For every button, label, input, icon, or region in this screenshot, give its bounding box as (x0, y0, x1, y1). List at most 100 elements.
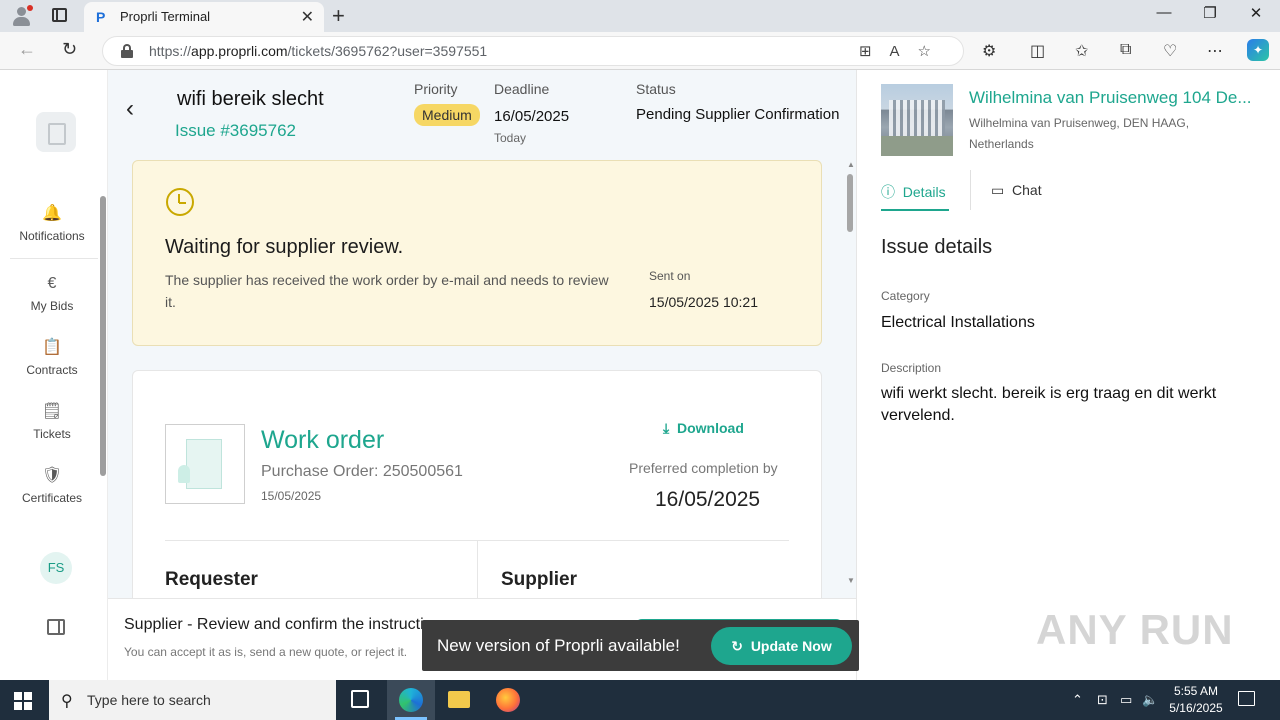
status-label: Status (636, 81, 676, 97)
ticket-main: ‹ wifi bereik slecht Issue #3695762 Prio… (108, 70, 856, 680)
scroll-up-arrow[interactable]: ▲ (847, 160, 855, 169)
status-value: Pending Supplier Confirmation (636, 106, 840, 123)
nav-scrollbar[interactable] (100, 196, 106, 476)
property-photo (881, 84, 953, 156)
firefox-icon[interactable] (484, 680, 532, 720)
app-root: 🔔 Notifications € My Bids 📋 Contracts 🗒 … (0, 70, 1280, 680)
property-title[interactable]: Wilhelmina van Pruisenweg 104 De... (969, 88, 1259, 108)
left-navigation: 🔔 Notifications € My Bids 📋 Contracts 🗒 … (4, 70, 108, 680)
active-tab-indicator (881, 209, 949, 211)
update-toast: New version of Proprli available! ↻ Upda… (422, 620, 859, 671)
tickets-icon: 🗒 (41, 403, 63, 420)
work-order-date: 15/05/2025 (261, 489, 322, 503)
nav-label: Notifications (19, 229, 85, 243)
nav-label: Tickets (33, 427, 71, 441)
nav-label: Certificates (21, 491, 83, 505)
browser-essentials-icon[interactable]: ♡ (1163, 41, 1177, 61)
volume-icon[interactable]: 🔈 (1142, 692, 1158, 708)
issue-details-heading: Issue details (881, 236, 993, 258)
collapse-sidebar-icon[interactable] (47, 619, 65, 635)
collections-icon[interactable]: ⧉ (1120, 41, 1131, 59)
back-icon[interactable]: ← (18, 39, 36, 60)
nav-item-my-bids[interactable]: € My Bids (4, 273, 100, 313)
anyrun-watermark: ANY RUN (1036, 606, 1234, 653)
split-screen-icon[interactable]: ◫ (1030, 41, 1045, 61)
task-view-icon[interactable] (336, 680, 384, 720)
nav-item-notifications[interactable]: 🔔 Notifications (4, 203, 100, 243)
nav-item-contracts[interactable]: 📋 Contracts (4, 337, 100, 377)
taskbar-clock[interactable]: 5:55 AM 5/16/2025 (1160, 683, 1232, 717)
download-button[interactable]: ⤓ Download (663, 420, 744, 437)
proprli-favicon-icon: P (96, 9, 106, 25)
edge-taskbar-icon[interactable] (387, 680, 435, 720)
apps-icon[interactable]: ⊞ (859, 43, 890, 60)
sent-on-value: 15/05/2025 10:21 (649, 294, 758, 310)
lock-icon[interactable] (121, 44, 133, 58)
close-tab-icon[interactable]: ✕ (301, 7, 314, 27)
device-icon[interactable]: ⊡ (1097, 692, 1108, 708)
nav-divider (10, 258, 98, 259)
url-actions: ⊞A☆ (859, 42, 949, 60)
taskbar-search[interactable]: ⚲ Type here to search (49, 680, 336, 720)
close-window-button[interactable]: ✕ (1233, 4, 1279, 22)
tab-actions-icon[interactable] (52, 8, 67, 22)
supplier-heading: Supplier (501, 569, 578, 590)
user-avatar[interactable]: FS (40, 552, 72, 584)
minimize-button[interactable]: — (1141, 4, 1187, 21)
new-tab-button[interactable]: + (332, 3, 345, 29)
category-label: Category (881, 289, 930, 303)
extensions-icon[interactable]: ⚙ (982, 41, 996, 61)
url-text: https://app.proprli.com/tickets/3695762?… (149, 43, 488, 59)
work-order-title: Work order (261, 426, 385, 454)
search-placeholder: Type here to search (87, 692, 211, 708)
tab-title: Proprli Terminal (120, 9, 211, 24)
main-scrollbar[interactable] (847, 174, 853, 232)
favorite-star-icon[interactable]: ☆ (918, 43, 949, 60)
clock-date: 5/16/2025 (1169, 701, 1223, 715)
scroll-down-arrow[interactable]: ▼ (847, 576, 855, 585)
browser-titlebar: P Proprli Terminal ✕ + — ❐ ✕ (0, 0, 1280, 32)
file-explorer-icon[interactable] (435, 680, 483, 720)
show-hidden-icons[interactable]: ⌃ (1072, 692, 1083, 708)
building-thumbnail (165, 424, 245, 504)
url-field[interactable]: https://app.proprli.com/tickets/3695762?… (102, 36, 964, 66)
nav-item-certificates[interactable]: 🛡 Certificates (4, 465, 100, 505)
clock-icon (166, 188, 194, 216)
toast-message: New version of Proprli available! (437, 636, 680, 655)
alert-title: Waiting for supplier review. (165, 236, 404, 258)
deadline-label: Deadline (494, 81, 550, 97)
review-subtitle: You can accept it as is, send a new quot… (124, 645, 408, 659)
read-aloud-icon[interactable]: A (890, 43, 918, 60)
review-title: Supplier - Review and confirm the instru… (124, 616, 424, 633)
nav-label: My Bids (30, 299, 74, 313)
download-icon: ⤓ (663, 420, 670, 436)
maximize-button[interactable]: ❐ (1187, 4, 1233, 22)
copilot-icon[interactable]: ✦ (1247, 39, 1269, 61)
profile-icon[interactable] (11, 5, 33, 27)
tab-chat[interactable]: ▭ Chat (991, 182, 1042, 199)
euro-icon: € (47, 275, 57, 292)
nav-item-tickets[interactable]: 🗒 Tickets (4, 401, 100, 441)
more-menu-icon[interactable]: ⋯ (1207, 41, 1223, 61)
network-icon[interactable]: ▭ (1120, 692, 1132, 708)
browser-tab[interactable]: P Proprli Terminal ✕ (84, 2, 324, 32)
update-now-button[interactable]: ↻ Update Now (711, 627, 852, 665)
windows-start-icon[interactable] (14, 692, 32, 710)
notifications-icon[interactable] (1238, 691, 1255, 706)
nav-label: Contracts (26, 363, 78, 377)
preferred-completion-label: Preferred completion by (629, 460, 778, 476)
description-value: wifi werkt slecht. bereik is erg traag e… (881, 385, 1217, 424)
issue-number[interactable]: Issue #3695762 (175, 121, 296, 141)
bell-icon: 🔔 (42, 205, 62, 222)
requester-heading: Requester (165, 569, 258, 590)
description-label: Description (881, 361, 942, 375)
search-icon: ⚲ (61, 693, 73, 710)
refresh-icon[interactable]: ↻ (62, 39, 77, 60)
refresh-icon: ↻ (731, 638, 744, 654)
favorites-icon[interactable]: ✩ (1075, 41, 1088, 61)
clock-time: 5:55 AM (1173, 684, 1219, 698)
tab-details[interactable]: ⓘ Details (881, 182, 946, 202)
supplier-review-alert: Waiting for supplier review. The supplie… (132, 160, 822, 346)
back-arrow-icon[interactable]: ‹ (126, 95, 134, 123)
sent-on-label: Sent on (649, 269, 691, 283)
